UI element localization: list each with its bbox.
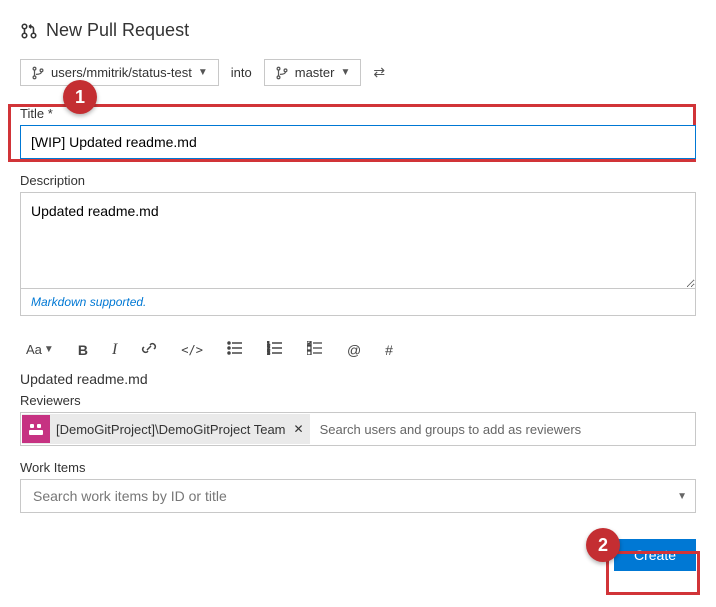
checklist-button[interactable] <box>307 341 323 358</box>
source-branch-selector[interactable]: users/mmitrik/status-test ▼ <box>20 59 219 86</box>
chevron-down-icon: ▼ <box>340 67 350 78</box>
target-branch-label: master <box>295 65 335 80</box>
description-preview: Updated readme.md <box>20 371 696 387</box>
into-label: into <box>231 65 252 80</box>
source-branch-label: users/mmitrik/status-test <box>51 65 192 80</box>
ordered-list-button[interactable]: 123 <box>267 341 283 358</box>
chevron-down-icon: ▼ <box>677 491 687 502</box>
reviewer-chip: [DemoGitProject]\DemoGitProject Team ✕ <box>22 414 310 444</box>
italic-button[interactable]: I <box>112 341 117 359</box>
reviewers-field[interactable]: [DemoGitProject]\DemoGitProject Team ✕ <box>20 412 696 446</box>
team-avatar-icon <box>22 415 50 443</box>
workitems-label: Work Items <box>20 460 696 475</box>
reviewer-chip-label: [DemoGitProject]\DemoGitProject Team <box>56 422 286 437</box>
link-button[interactable] <box>141 340 157 359</box>
bold-button[interactable]: B <box>78 342 88 358</box>
hashtag-button[interactable]: # <box>385 342 393 358</box>
remove-reviewer-icon[interactable]: ✕ <box>294 422 304 436</box>
pull-request-icon <box>20 22 38 40</box>
title-label: Title * <box>20 106 696 121</box>
mention-button[interactable]: @ <box>347 342 361 358</box>
workitems-search-input[interactable] <box>31 487 677 505</box>
reviewers-label: Reviewers <box>20 393 696 408</box>
svg-text:3: 3 <box>267 351 270 355</box>
description-textarea[interactable]: Updated readme.md <box>21 193 695 288</box>
formatting-toolbar: Aa▼ B I </> 123 @ # <box>20 330 696 371</box>
description-label: Description <box>20 173 696 188</box>
code-button[interactable]: </> <box>181 343 203 357</box>
swap-branches-icon[interactable]: ⇄ <box>373 64 385 81</box>
create-button[interactable]: Create <box>614 539 696 571</box>
workitems-field[interactable]: ▼ <box>20 479 696 513</box>
callout-badge-1: 1 <box>63 80 97 114</box>
title-input[interactable] <box>20 125 696 159</box>
page-title: New Pull Request <box>46 20 189 41</box>
unordered-list-button[interactable] <box>227 341 243 358</box>
callout-badge-2: 2 <box>586 528 620 562</box>
markdown-supported-link[interactable]: Markdown supported. <box>31 295 146 309</box>
reviewers-search-input[interactable] <box>316 416 695 443</box>
chevron-down-icon: ▼ <box>198 67 208 78</box>
target-branch-selector[interactable]: master ▼ <box>264 59 362 86</box>
font-size-button[interactable]: Aa▼ <box>26 342 54 357</box>
